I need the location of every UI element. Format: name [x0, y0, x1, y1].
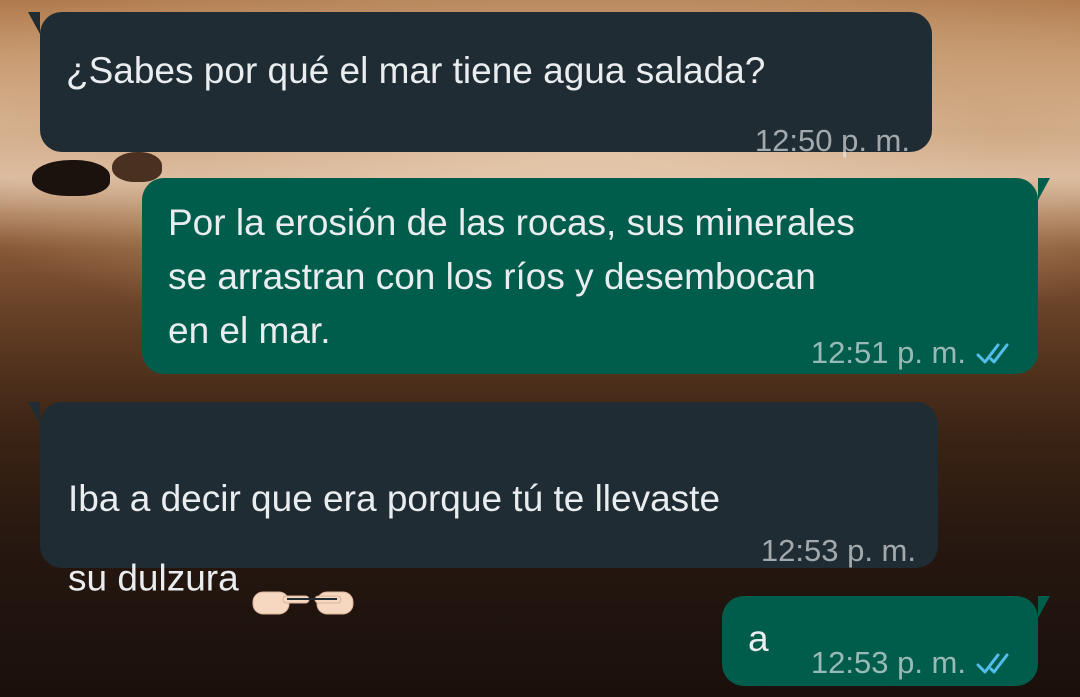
message-text: ¿Sabes por qué el mar tiene agua salada?: [66, 50, 766, 91]
double-check-icon: [976, 343, 1009, 364]
yak-silhouette: [112, 152, 162, 182]
message-meta: 12:51 p. m.: [811, 326, 1016, 380]
message-bubble-outgoing[interactable]: Por la erosión de las rocas, sus mineral…: [142, 178, 1050, 374]
message-text: a: [748, 618, 769, 659]
yak-silhouette: [32, 160, 110, 196]
message-timestamp: 12:51 p. m.: [810, 335, 966, 370]
message-bubble-incoming[interactable]: ¿Sabes por qué el mar tiene agua salada?…: [28, 12, 932, 158]
pointing-fingers-emoji: [247, 526, 377, 635]
message-meta: 12:53 p. m.: [811, 636, 1016, 690]
message-bubble-incoming[interactable]: Iba a decir que era porque tú te llevast…: [28, 402, 938, 615]
message-bubble-outgoing[interactable]: a 12:53 p. m.: [722, 596, 1050, 686]
message-timestamp: 12:53 p. m.: [760, 533, 916, 568]
message-text: Por la erosión de las rocas, sus mineral…: [168, 202, 855, 351]
message-timestamp: 12:50 p. m.: [754, 123, 910, 158]
double-check-icon: [976, 653, 1009, 674]
message-text-body: Iba a decir que era porque tú te llevast…: [68, 478, 721, 599]
message-timestamp: 12:53 p. m.: [810, 645, 966, 680]
message-text: Iba a decir que era porque tú te llevast…: [68, 418, 720, 635]
